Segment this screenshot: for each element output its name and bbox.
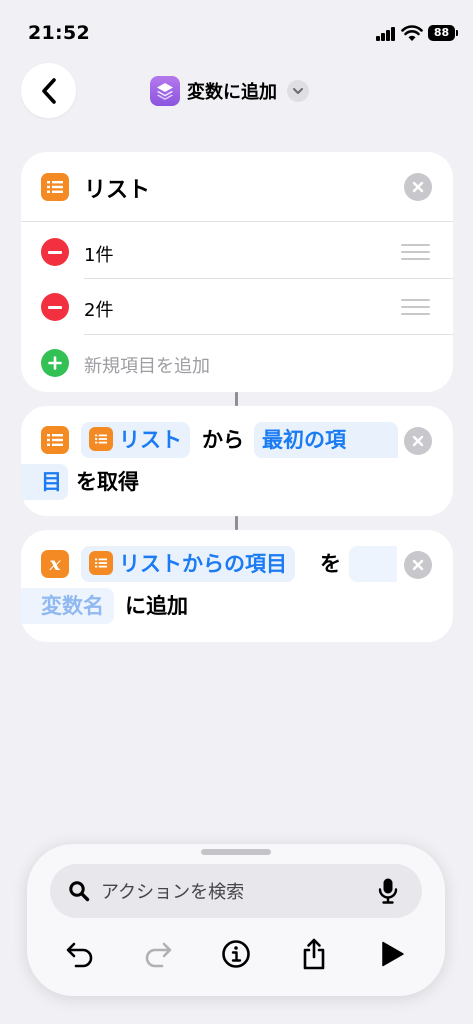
action-connector bbox=[235, 516, 238, 530]
close-icon bbox=[412, 181, 424, 193]
action-connector bbox=[235, 392, 238, 406]
microphone-icon[interactable] bbox=[376, 877, 400, 905]
chevron-down-icon[interactable] bbox=[287, 80, 309, 102]
add-item-button[interactable] bbox=[41, 349, 69, 377]
shortcut-title-menu[interactable]: 変数に追加 bbox=[150, 75, 309, 107]
cellular-signal-icon bbox=[376, 27, 396, 41]
search-placeholder: アクションを検索 bbox=[101, 882, 245, 903]
search-icon bbox=[69, 881, 90, 902]
list-action-title: リスト bbox=[84, 178, 151, 203]
info-icon bbox=[222, 940, 250, 968]
play-icon bbox=[382, 941, 404, 967]
plus-icon bbox=[48, 356, 62, 370]
share-icon bbox=[303, 938, 325, 970]
undo-button[interactable] bbox=[62, 934, 98, 974]
list-item[interactable]: 2件 bbox=[84, 296, 113, 322]
action-search-field[interactable]: アクションを検索 bbox=[50, 864, 422, 918]
back-button[interactable] bbox=[21, 63, 76, 118]
add-to-variable-action-card: x リストからの項目 を 変数名 に追加 bbox=[21, 530, 453, 642]
input-variable-label: リストからの項目 bbox=[119, 552, 287, 576]
action-text: から bbox=[202, 428, 244, 452]
redo-icon bbox=[145, 942, 172, 968]
list-icon bbox=[89, 427, 113, 451]
variable-name-field-start[interactable] bbox=[349, 546, 397, 582]
action-text: に追加 bbox=[125, 594, 188, 618]
wifi-icon bbox=[401, 25, 423, 41]
shortcuts-layers-icon bbox=[150, 76, 180, 106]
share-button[interactable] bbox=[296, 934, 332, 974]
delete-item-button[interactable] bbox=[41, 238, 69, 266]
list-icon bbox=[89, 551, 113, 575]
status-time: 21:52 bbox=[28, 22, 90, 44]
item-mode-token[interactable]: 最初の項 bbox=[254, 422, 398, 458]
undo-icon bbox=[66, 942, 93, 968]
action-text: を bbox=[320, 552, 341, 576]
input-variable-token[interactable]: リスト bbox=[81, 422, 190, 458]
list-item[interactable]: 1件 bbox=[84, 241, 113, 267]
list-action-card: リスト 1件 2件 新規項目を追加 bbox=[21, 152, 453, 392]
remove-action-button[interactable] bbox=[404, 427, 432, 455]
input-variable-label: リスト bbox=[119, 428, 182, 452]
variable-name-field[interactable]: 変数名 bbox=[21, 588, 114, 624]
action-search-panel: アクションを検索 bbox=[27, 844, 445, 996]
remove-action-button[interactable] bbox=[404, 551, 432, 579]
reorder-handle-icon[interactable] bbox=[401, 244, 430, 260]
add-item-label[interactable]: 新規項目を追加 bbox=[84, 352, 210, 378]
divider bbox=[84, 334, 453, 335]
list-icon bbox=[41, 426, 69, 454]
action-text: を取得 bbox=[76, 470, 139, 494]
sheet-grabber-handle[interactable] bbox=[201, 849, 271, 855]
list-icon bbox=[41, 173, 69, 201]
redo-button[interactable] bbox=[140, 934, 176, 974]
get-item-action-card: リスト から 最初の項 目 を取得 bbox=[21, 406, 453, 516]
battery-icon: 88 bbox=[428, 25, 458, 41]
run-button[interactable] bbox=[374, 934, 410, 974]
page-title: 変数に追加 bbox=[187, 82, 277, 103]
divider bbox=[84, 278, 453, 279]
status-bar: 21:52 88 bbox=[0, 0, 473, 56]
variable-x-icon: x bbox=[41, 550, 69, 578]
item-mode-token-continued[interactable]: 目 bbox=[21, 464, 68, 500]
close-icon bbox=[412, 435, 424, 447]
remove-action-button[interactable] bbox=[404, 173, 432, 201]
input-variable-token[interactable]: リストからの項目 bbox=[81, 546, 295, 582]
close-icon bbox=[412, 559, 424, 571]
chevron-left-icon bbox=[41, 77, 56, 104]
info-button[interactable] bbox=[218, 934, 254, 974]
delete-item-button[interactable] bbox=[41, 293, 69, 321]
divider bbox=[21, 221, 453, 222]
reorder-handle-icon[interactable] bbox=[401, 299, 430, 315]
